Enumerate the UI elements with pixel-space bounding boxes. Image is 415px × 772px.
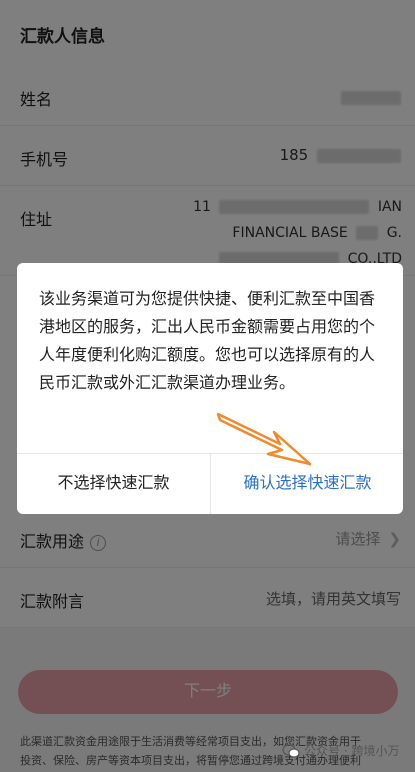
wechat-watermark: 公众号 · 跨境小万	[282, 742, 399, 759]
decline-fast-remit-button[interactable]: 不选择快速汇款	[17, 453, 210, 514]
dialog-message: 该业务渠道可为您提供快捷、便利汇款至中国香港地区的服务，汇出人民币金额需要占用您…	[39, 289, 376, 392]
wechat-icon	[282, 743, 300, 758]
orange-arrow-annotation	[216, 412, 312, 466]
watermark-text: 公众号 · 跨境小万	[304, 744, 400, 758]
